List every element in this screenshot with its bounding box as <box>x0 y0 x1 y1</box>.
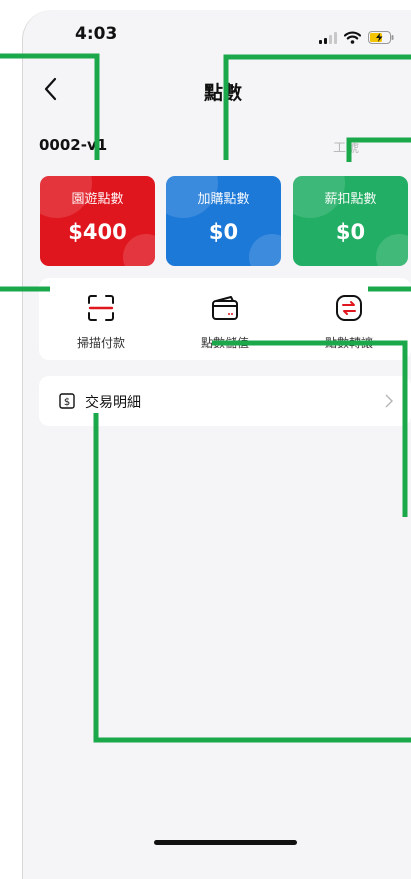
cellular-signal-icon <box>319 32 337 44</box>
transfer-icon <box>336 295 362 321</box>
addon-points-card[interactable]: 加購點數 $0 <box>166 176 281 266</box>
card-title: 加購點數 <box>197 192 250 207</box>
home-indicator <box>154 840 297 845</box>
card-title: 園遊點數 <box>71 192 124 207</box>
dollar-receipt-icon: $ <box>59 393 75 409</box>
payroll-points-card[interactable]: 薪扣點數 $0 <box>293 176 408 266</box>
svg-text:$: $ <box>64 397 70 408</box>
wifi-icon <box>344 31 361 44</box>
actions-panel: 掃描付款 點數儲值 點數轉讓 <box>39 278 411 360</box>
status-bar: 4:03 <box>23 10 411 60</box>
account-row: 0002-‍v1 工號 <box>39 136 409 158</box>
wallet-icon <box>212 296 238 320</box>
card-value: $400 <box>68 220 127 244</box>
fair-points-card[interactable]: 園遊點數 $400 <box>40 176 155 266</box>
battery-charging-icon <box>368 31 394 44</box>
chevron-right-icon <box>385 394 393 408</box>
card-value: $0 <box>208 220 239 244</box>
system-icons <box>319 28 394 44</box>
transaction-details-label: 交易明細 <box>85 395 141 411</box>
card-value: $0 <box>335 220 366 244</box>
employee-id-label: 工號 <box>333 141 360 156</box>
page-title: 點數 <box>203 82 242 104</box>
scan-icon <box>88 295 114 321</box>
phone-screen: 4:03 點數 0002-‍v1 <box>22 10 411 879</box>
status-time: 4:03 <box>75 24 118 44</box>
navigation-bar: 點數 <box>23 60 411 120</box>
scan-pay-button[interactable]: 掃描付款 <box>39 278 163 360</box>
transfer-button[interactable]: 點數轉讓 <box>287 278 411 360</box>
account-id: 0002-‍v1 <box>39 136 108 154</box>
card-title: 薪扣點數 <box>324 192 377 207</box>
action-label: 點數儲值 <box>200 336 249 350</box>
action-label: 掃描付款 <box>76 336 125 350</box>
action-label: 點數轉讓 <box>324 336 373 350</box>
transaction-details-row[interactable]: $ 交易明細 <box>39 376 411 426</box>
topup-button[interactable]: 點數儲值 <box>163 278 287 360</box>
